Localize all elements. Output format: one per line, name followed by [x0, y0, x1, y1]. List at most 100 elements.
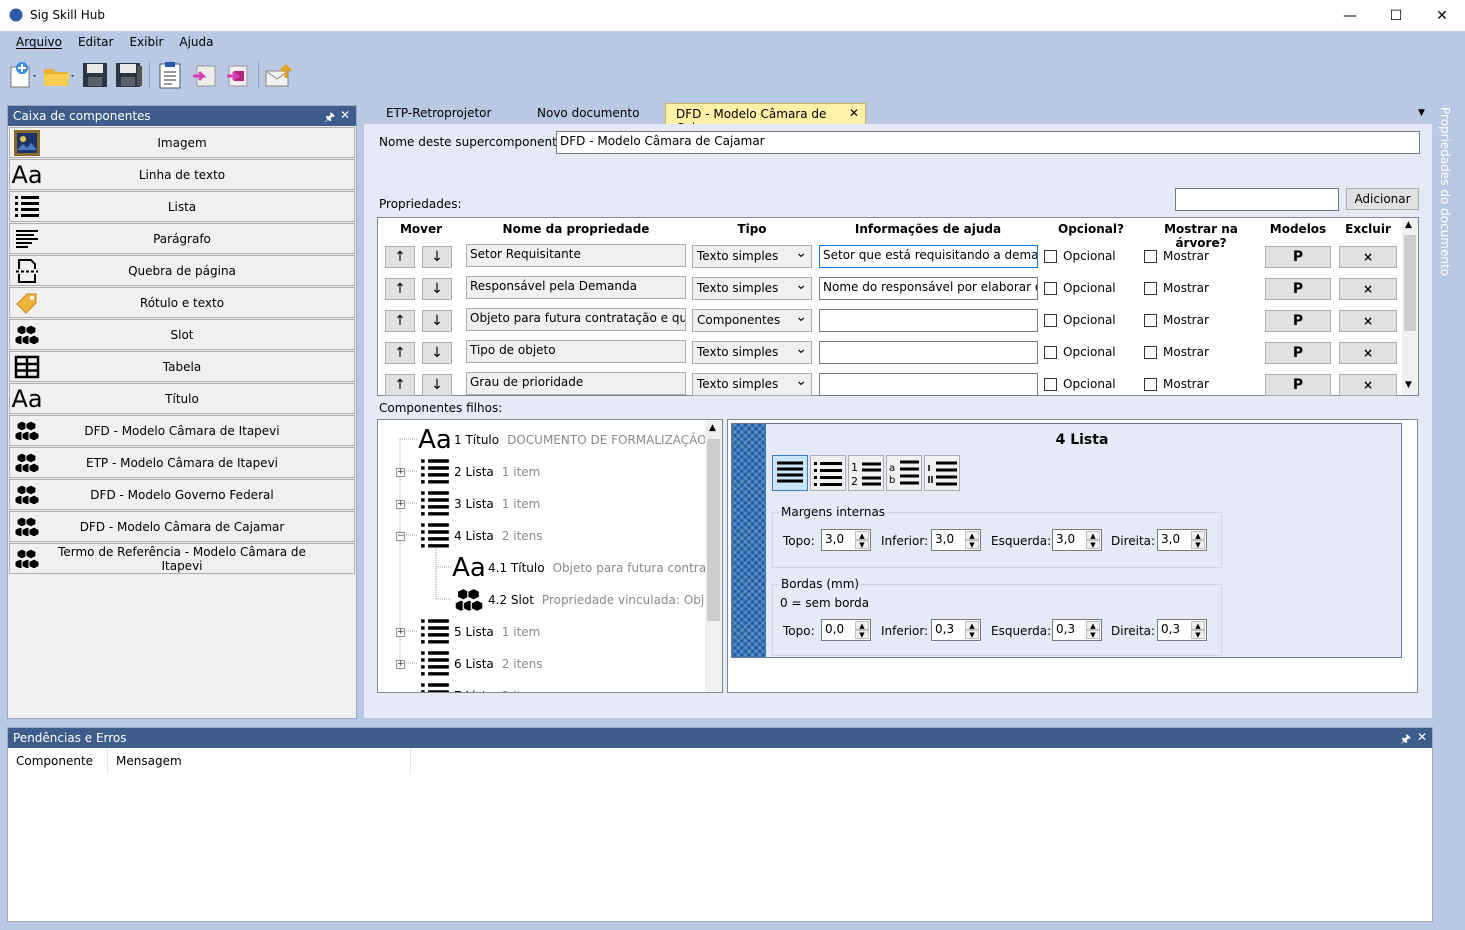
component-item-6[interactable]: Slot	[9, 319, 355, 350]
component-item-10[interactable]: ETP - Modelo Câmara de Itapevi	[9, 447, 355, 478]
tab-overflow-icon[interactable]: ▼	[1418, 108, 1425, 118]
properties-scrollbar[interactable]: ▲ ▼	[1402, 218, 1418, 395]
component-item-5[interactable]: Rótulo e texto	[9, 287, 355, 318]
move-down-button[interactable]: ↓	[422, 374, 452, 396]
spin-down-icon[interactable]: ▼	[1086, 540, 1100, 549]
tree-expander[interactable]: +	[396, 660, 405, 669]
delete-property-button[interactable]: ×	[1339, 246, 1397, 268]
models-button[interactable]: P	[1265, 342, 1331, 364]
help-info-input[interactable]: Setor que está requisitando a demanda	[819, 245, 1038, 268]
tree-node[interactable]: 6 Lista 2 itens	[418, 650, 543, 678]
supercomponent-name-input[interactable]: DFD - Modelo Câmara de Cajamar	[556, 131, 1420, 154]
property-type-select[interactable]: Texto simples ⌄	[692, 245, 812, 268]
component-item-12[interactable]: DFD - Modelo Câmara de Cajamar	[9, 511, 355, 542]
optional-checkbox[interactable]	[1044, 282, 1057, 295]
spin-down-icon[interactable]: ▼	[965, 540, 979, 549]
move-up-button[interactable]: ↑	[385, 342, 415, 364]
margins-top-spinner[interactable]: 3,0 ▲ ▼	[821, 529, 871, 551]
help-info-input[interactable]	[819, 309, 1038, 332]
tree-node[interactable]: 4.2 Slot Propriedade vinculada: Objeto p	[452, 586, 722, 614]
delete-property-button[interactable]: ×	[1339, 278, 1397, 300]
save-button[interactable]	[78, 58, 112, 92]
spin-down-icon[interactable]: ▼	[855, 630, 869, 639]
borders-top-spinner[interactable]: 0,0 ▲ ▼	[821, 619, 871, 641]
spin-down-icon[interactable]: ▼	[1191, 630, 1205, 639]
delete-property-button[interactable]: ×	[1339, 342, 1397, 364]
move-down-button[interactable]: ↓	[422, 342, 452, 364]
scroll-thumb[interactable]	[707, 439, 720, 621]
models-button[interactable]: P	[1265, 278, 1331, 300]
tree-scrollbar[interactable]: ▲	[705, 420, 722, 692]
delete-property-button[interactable]: ×	[1339, 374, 1397, 396]
tree-node[interactable]: 4 Lista 2 itens	[418, 522, 543, 550]
col-header-componente[interactable]: Componente	[8, 748, 108, 774]
component-item-13[interactable]: Termo de Referência - Modelo Câmara de I…	[9, 543, 355, 574]
menu-ajuda[interactable]: Ajuda	[171, 32, 221, 54]
import-button[interactable]	[187, 58, 221, 92]
close-panel-icon[interactable]: ✕	[340, 108, 350, 122]
tree-node[interactable]: Aa 1 Título DOCUMENTO DE FORMALIZAÇÃO DA	[418, 426, 722, 454]
component-item-1[interactable]: Aa Linha de texto	[9, 159, 355, 190]
show-in-tree-checkbox[interactable]	[1144, 378, 1157, 391]
spin-down-icon[interactable]: ▼	[855, 540, 869, 549]
help-info-input[interactable]: Nome do responsável por elaborar o doc	[819, 277, 1038, 300]
tree-expander[interactable]: +	[396, 468, 405, 477]
tree-expander[interactable]: +	[396, 500, 405, 509]
borders-bottom-spinner[interactable]: 0,3 ▲ ▼	[931, 619, 981, 641]
list-style-lines[interactable]	[772, 455, 808, 491]
scroll-down-icon[interactable]: ▼	[1405, 380, 1412, 390]
move-down-button[interactable]: ↓	[422, 278, 452, 300]
tree-node[interactable]: 3 Lista 1 item	[418, 490, 540, 518]
show-in-tree-checkbox[interactable]	[1144, 314, 1157, 327]
new-property-input[interactable]	[1175, 188, 1339, 211]
component-item-9[interactable]: DFD - Modelo Câmara de Itapevi	[9, 415, 355, 446]
list-style-roman[interactable]	[924, 455, 960, 491]
scroll-thumb[interactable]	[1404, 235, 1416, 331]
property-name-input[interactable]: Tipo de objeto	[466, 340, 686, 363]
list-style-numbered[interactable]: 12	[848, 455, 884, 491]
component-item-11[interactable]: DFD - Modelo Governo Federal	[9, 479, 355, 510]
tree-expander[interactable]: +	[397, 692, 405, 693]
scroll-up-icon[interactable]: ▲	[709, 423, 716, 433]
spin-up-icon[interactable]: ▲	[965, 531, 979, 540]
tree-node[interactable]: 7 Lista 2 itens	[418, 682, 543, 692]
move-up-button[interactable]: ↑	[385, 310, 415, 332]
optional-checkbox[interactable]	[1044, 346, 1057, 359]
menu-exibir[interactable]: Exibir	[121, 32, 171, 54]
show-in-tree-checkbox[interactable]	[1144, 250, 1157, 263]
property-type-select[interactable]: Texto simples ⌄	[692, 341, 812, 364]
spin-down-icon[interactable]: ▼	[1191, 540, 1205, 549]
property-name-input[interactable]: Setor Requisitante	[466, 244, 686, 267]
move-down-button[interactable]: ↓	[422, 246, 452, 268]
models-button[interactable]: P	[1265, 246, 1331, 268]
menu-arquivo[interactable]: Arquivo	[8, 32, 70, 54]
tree-node[interactable]: 2 Lista 1 item	[418, 458, 540, 486]
send-button[interactable]	[262, 58, 296, 92]
component-item-4[interactable]: Quebra de página	[9, 255, 355, 286]
document-properties-strip[interactable]: Propriedades do documento	[1436, 103, 1458, 276]
component-item-8[interactable]: Aa Título	[9, 383, 355, 414]
property-type-select[interactable]: Texto simples ⌄	[692, 277, 812, 300]
show-in-tree-checkbox[interactable]	[1144, 282, 1157, 295]
open-folder-button[interactable]	[40, 58, 78, 92]
property-type-select[interactable]: Componentes ⌄	[692, 309, 812, 332]
minimize-button[interactable]: —	[1327, 0, 1373, 31]
tree-expander[interactable]: +	[396, 628, 405, 637]
move-down-button[interactable]: ↓	[422, 310, 452, 332]
optional-checkbox[interactable]	[1044, 378, 1057, 391]
tree-node[interactable]: 5 Lista 1 item	[418, 618, 540, 646]
save-all-button[interactable]	[112, 58, 146, 92]
spin-down-icon[interactable]: ▼	[1086, 630, 1100, 639]
list-style-bullets[interactable]	[810, 455, 846, 491]
models-button[interactable]: P	[1265, 310, 1331, 332]
spin-up-icon[interactable]: ▲	[1086, 531, 1100, 540]
optional-checkbox[interactable]	[1044, 314, 1057, 327]
list-style-lettered[interactable]: ab	[886, 455, 922, 491]
property-name-input[interactable]: Responsável pela Demanda	[466, 276, 686, 299]
margins-bottom-spinner[interactable]: 3,0 ▲ ▼	[931, 529, 981, 551]
help-info-input[interactable]	[819, 373, 1038, 396]
clipboard-button[interactable]	[153, 58, 187, 92]
move-up-button[interactable]: ↑	[385, 278, 415, 300]
spin-up-icon[interactable]: ▲	[1086, 621, 1100, 630]
tab-novo-documento[interactable]: Novo documento	[527, 103, 649, 124]
